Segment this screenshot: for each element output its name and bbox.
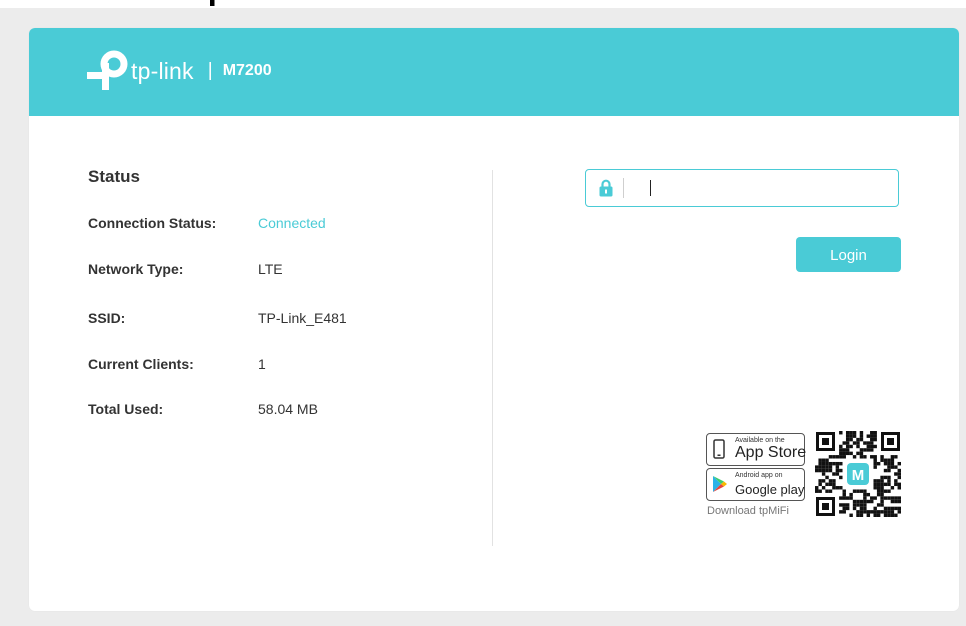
tp-link-logo-icon: [87, 50, 128, 90]
vertical-divider: [492, 170, 493, 546]
connection-status-value: Connected: [258, 215, 326, 231]
top-strip: [0, 0, 966, 8]
password-field[interactable]: [585, 169, 899, 207]
password-input[interactable]: [632, 176, 886, 202]
current-clients-value: 1: [258, 356, 266, 372]
header-bar: tp-link | M7200: [29, 28, 959, 116]
model-name: M7200: [222, 62, 272, 79]
login-button[interactable]: Login: [796, 237, 901, 272]
app-store-badge[interactable]: Available on the App Store: [706, 433, 807, 466]
tp-link-logo: tp-link | M7200: [85, 48, 272, 94]
google-play-icon: [713, 476, 727, 492]
app-store-big-text: App Store: [735, 444, 807, 461]
text-caret: [650, 180, 651, 196]
qr-center-letter: M: [852, 467, 865, 484]
download-label: Download tpMiFi: [707, 505, 789, 517]
status-label: Connection Status:: [88, 215, 217, 231]
status-label: SSID:: [88, 310, 126, 326]
ssid-value: TP-Link_E481: [258, 310, 347, 326]
main-card: tp-link | M7200 Status Connection Status…: [29, 28, 959, 611]
phone-icon: [713, 439, 725, 459]
brand-name: tp-link: [131, 57, 194, 84]
brand-separator: |: [207, 60, 213, 81]
google-play-big-text: Google play: [735, 482, 805, 497]
total-used-value: 58.04 MB: [258, 401, 318, 417]
google-play-badge[interactable]: Android app on Google play: [706, 468, 805, 501]
network-type-value: LTE: [258, 261, 283, 277]
password-field-separator: [623, 178, 624, 198]
status-label: Network Type:: [88, 261, 184, 277]
status-label: Total Used:: [88, 401, 164, 417]
truncated-glyph-icon: [210, 0, 215, 6]
status-title: Status: [88, 167, 140, 186]
app-store-small-text: Available on the: [735, 437, 785, 444]
lock-icon: [599, 179, 613, 197]
status-label: Current Clients:: [88, 356, 194, 372]
google-play-small-text: Android app on: [735, 472, 783, 479]
qr-code-icon: M: [815, 431, 901, 517]
